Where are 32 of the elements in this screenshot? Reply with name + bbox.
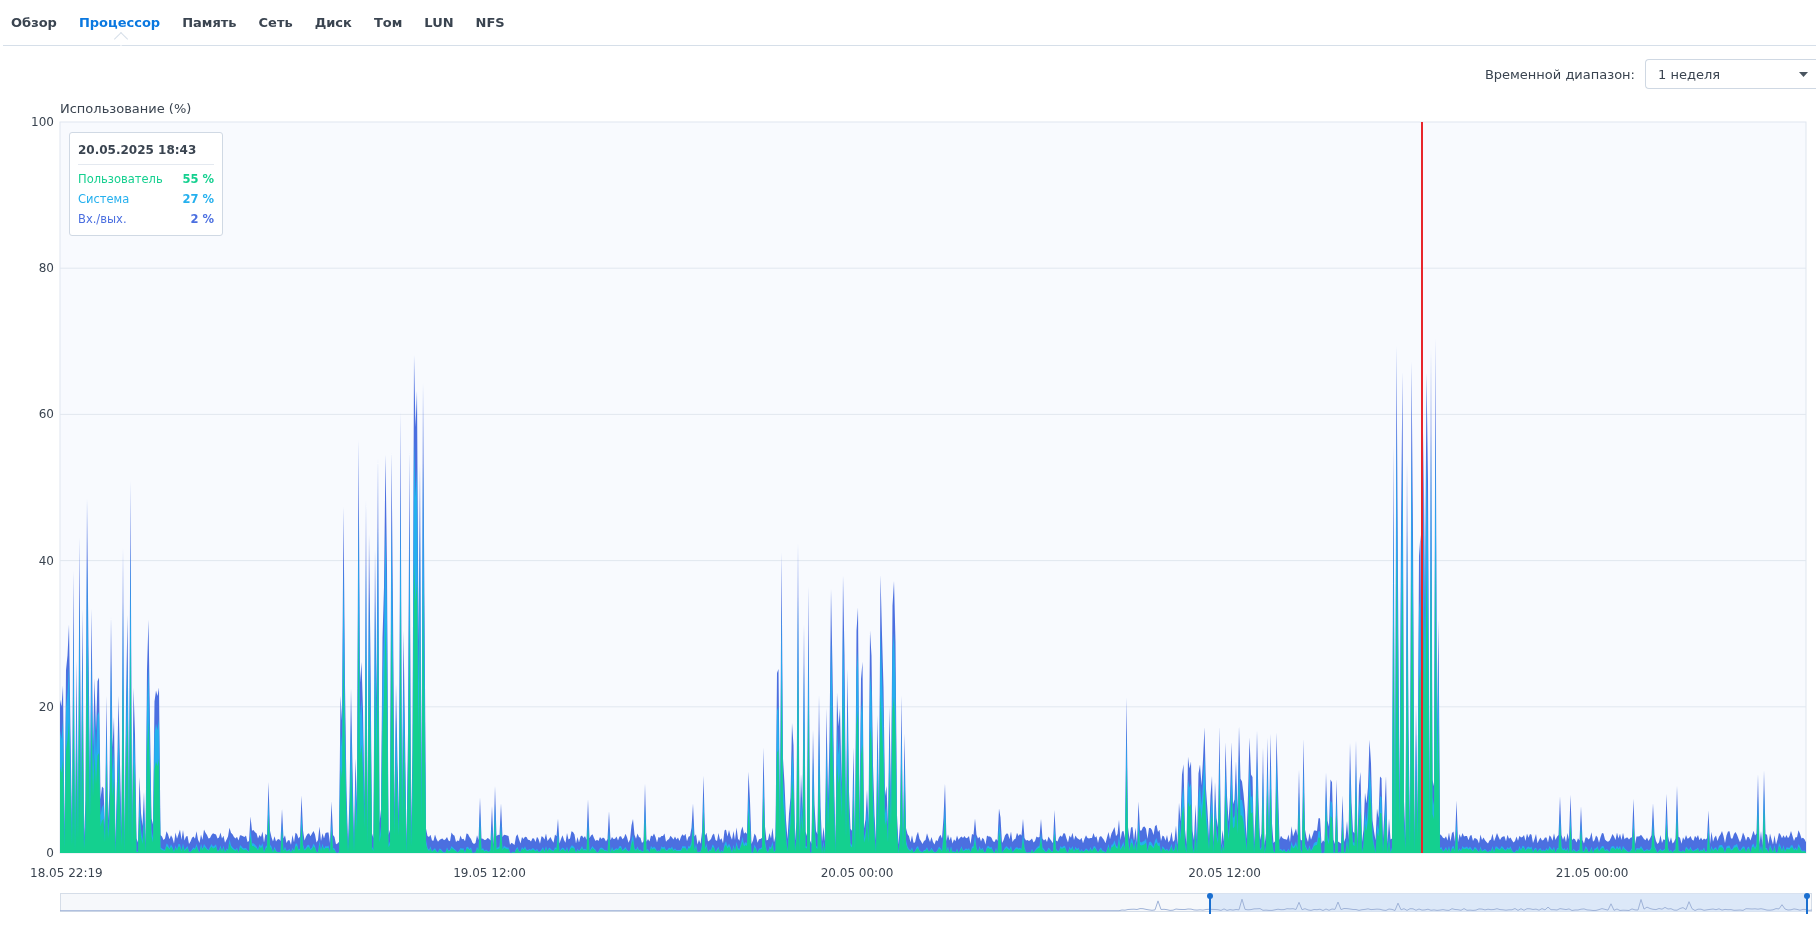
caret-icon [1799,71,1808,77]
tab[interactable]: Сеть [250,0,304,46]
tab[interactable]: Процессор [70,0,172,46]
x-tick-label: 20.05 00:00 [820,866,894,880]
x-tick-label: 20.05 12:00 [1188,866,1261,880]
y-tick-label: 80 [38,261,54,276]
x-tick-label: 18.05 22:19 [30,866,103,880]
tab[interactable]: Обзор [3,0,68,46]
x-tick-label: 19.05 12:00 [453,866,526,880]
series-label: Вх./вых. [78,211,127,228]
range-handle[interactable] [1207,893,1213,914]
x-tick-label: 21.05 00:00 [1555,866,1629,880]
y-tick-label: 40 [38,553,54,568]
y-tick-label: 0 [46,846,54,860]
y-axis-title: Использование (%) [60,101,192,116]
series-value: 55 % [182,171,214,188]
time-range-dropdown[interactable]: 1 неделя [1645,59,1816,89]
series-value: 2 % [190,211,214,228]
tab[interactable]: NFS [467,0,516,46]
series-value: 27 % [182,191,214,208]
series-label: Пользователь [78,171,163,188]
tooltip-date: 20.05.2025 18:43 [78,141,214,165]
tab[interactable]: Диск [306,0,363,46]
tab[interactable]: LUN [416,0,465,46]
tab[interactable]: Память [174,0,248,46]
y-tick-label: 20 [38,699,54,714]
series-label: Система [78,191,130,208]
tab[interactable]: Том [365,0,414,46]
range-handle[interactable] [1804,893,1810,914]
y-tick-label: 100 [31,115,54,129]
time-range-label: Временной диапазон: [1484,66,1635,82]
y-tick-label: 60 [38,407,54,422]
